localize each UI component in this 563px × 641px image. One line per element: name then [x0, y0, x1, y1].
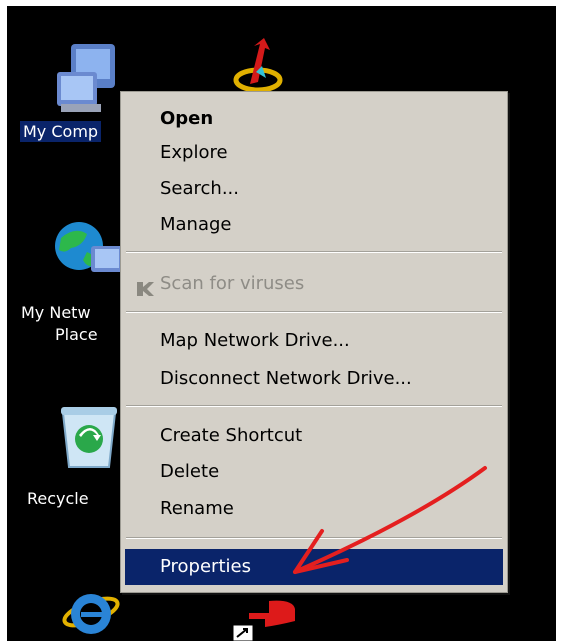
annotation-arrow-icon: [293, 466, 487, 574]
menu-item-create-shortcut[interactable]: Create Shortcut: [125, 418, 503, 454]
menu-item-search[interactable]: Search...: [125, 171, 503, 207]
antivirus-icon: [135, 275, 155, 296]
menu-item-explore[interactable]: Explore: [125, 135, 503, 171]
menu-separator: [126, 311, 502, 313]
network-places-label-line2[interactable]: Place: [55, 324, 98, 345]
my-computer-label[interactable]: My Comp: [20, 121, 102, 142]
network-places-label[interactable]: My Netw: [21, 302, 91, 323]
desktop: My Comp My Netw Place Recycle Open Explo…: [7, 6, 556, 641]
menu-item-manage[interactable]: Manage: [125, 207, 503, 243]
shortcut-icon[interactable]: [229, 591, 301, 641]
recycle-bin-icon[interactable]: [57, 401, 121, 471]
menu-item-map-network-drive[interactable]: Map Network Drive...: [125, 323, 503, 359]
menu-item-disconnect-network-drive[interactable]: Disconnect Network Drive...: [125, 361, 503, 397]
menu-item-open[interactable]: Open: [125, 101, 503, 137]
menu-separator: [126, 251, 502, 253]
shortcut-arrow-icon[interactable]: [232, 36, 292, 94]
menu-item-scan-for-viruses[interactable]: Scan for viruses: [125, 266, 503, 302]
network-places-icon[interactable]: [47, 216, 125, 292]
internet-explorer-icon[interactable]: [59, 578, 123, 641]
recycle-bin-label[interactable]: Recycle: [27, 488, 89, 509]
my-computer-icon[interactable]: [47, 42, 125, 114]
menu-separator: [126, 405, 502, 407]
scan-for-viruses-label: Scan for viruses: [160, 273, 305, 294]
